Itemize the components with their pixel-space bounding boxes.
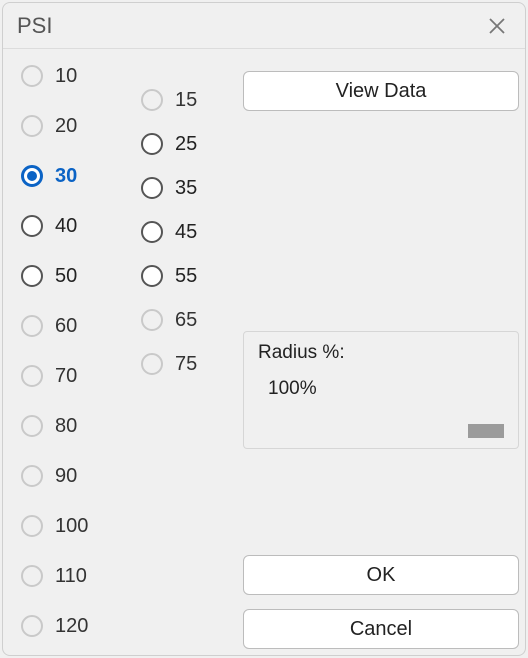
psi-left-column: 10 20 30 40 50 60 70 80 90 100 110 120 [21,65,88,637]
dialog-title: PSI [17,13,52,39]
radio-circle-icon [21,165,43,187]
radio-75[interactable]: 75 [141,353,197,375]
radio-label: 55 [175,265,197,288]
radio-label: 45 [175,221,197,244]
radio-circle-icon [21,465,43,487]
radio-circle-icon [141,221,163,243]
radio-label: 25 [175,133,197,156]
radio-10[interactable]: 10 [21,65,88,87]
cancel-button[interactable]: Cancel [243,609,519,649]
radio-label: 30 [55,165,77,188]
radio-15[interactable]: 15 [141,89,197,111]
radio-circle-icon [21,365,43,387]
radio-circle-icon [141,177,163,199]
radio-label: 40 [55,215,77,238]
radio-circle-icon [141,265,163,287]
resize-grip[interactable] [468,424,504,438]
radio-circle-icon [141,353,163,375]
radio-circle-icon [21,315,43,337]
radio-label: 10 [55,65,77,88]
radio-circle-icon [21,265,43,287]
radio-70[interactable]: 70 [21,365,88,387]
radio-65[interactable]: 65 [141,309,197,331]
radio-label: 90 [55,465,77,488]
radio-circle-icon [21,615,43,637]
close-button[interactable] [481,10,513,42]
radio-label: 110 [55,565,87,588]
radio-label: 60 [55,315,77,338]
radio-label: 35 [175,177,197,200]
radio-80[interactable]: 80 [21,415,88,437]
psi-right-column: 15 25 35 45 55 65 75 [141,89,197,375]
radius-panel: Radius %: 100% [243,331,519,449]
close-icon [487,16,507,36]
radius-value: 100% [268,378,504,400]
radio-label: 65 [175,309,197,332]
radio-circle-icon [21,415,43,437]
radio-label: 70 [55,365,77,388]
radio-50[interactable]: 50 [21,265,88,287]
radius-label: Radius %: [258,342,504,364]
ok-button[interactable]: OK [243,555,519,595]
psi-dialog: PSI 10 20 30 40 50 60 70 80 90 100 110 120 15 25 35 45… [2,2,526,656]
radio-label: 50 [55,265,77,288]
radio-circle-icon [141,133,163,155]
radio-35[interactable]: 35 [141,177,197,199]
radio-20[interactable]: 20 [21,115,88,137]
radio-label: 120 [55,615,88,638]
radio-circle-icon [141,309,163,331]
radio-label: 20 [55,115,77,138]
radio-circle-icon [21,565,43,587]
radio-25[interactable]: 25 [141,133,197,155]
radio-45[interactable]: 45 [141,221,197,243]
radio-110[interactable]: 110 [21,565,88,587]
radio-40[interactable]: 40 [21,215,88,237]
radio-label: 80 [55,415,77,438]
radio-90[interactable]: 90 [21,465,88,487]
ok-label: OK [367,564,396,587]
view-data-label: View Data [336,80,427,103]
radio-label: 100 [55,515,88,538]
radio-label: 15 [175,89,197,112]
radio-60[interactable]: 60 [21,315,88,337]
radio-55[interactable]: 55 [141,265,197,287]
radio-circle-icon [21,115,43,137]
titlebar: PSI [3,3,525,49]
view-data-button[interactable]: View Data [243,71,519,111]
cancel-label: Cancel [350,618,412,641]
radio-label: 75 [175,353,197,376]
radio-30[interactable]: 30 [21,165,88,187]
radio-circle-icon [21,515,43,537]
radio-120[interactable]: 120 [21,615,88,637]
radio-circle-icon [141,89,163,111]
dialog-body: 10 20 30 40 50 60 70 80 90 100 110 120 15 25 35 45 55 65… [3,49,525,655]
radio-100[interactable]: 100 [21,515,88,537]
radio-circle-icon [21,65,43,87]
radio-circle-icon [21,215,43,237]
